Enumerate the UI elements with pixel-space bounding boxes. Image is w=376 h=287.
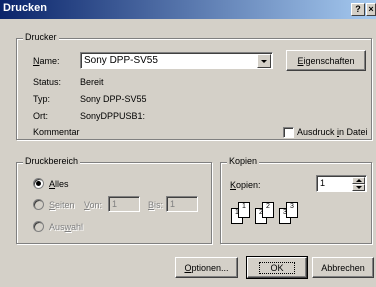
- print-to-file-label: Ausdruck in Datei: [297, 127, 368, 137]
- properties-button[interactable]: Eigenschaften: [286, 50, 366, 71]
- range-selection-radio[interactable]: [33, 221, 44, 232]
- ok-button[interactable]: OK: [246, 256, 308, 279]
- spin-down-icon[interactable]: [352, 184, 365, 191]
- range-from-label: Von:: [84, 200, 103, 210]
- close-button[interactable]: ×: [366, 3, 376, 16]
- range-all-label: Alles: [49, 179, 69, 189]
- spin-up-icon[interactable]: [352, 177, 365, 184]
- printer-name-value: Sony DPP-SV55: [84, 55, 158, 66]
- collate-page: 3: [286, 202, 298, 218]
- type-label: Typ:: [33, 94, 51, 104]
- range-from-input[interactable]: 1: [108, 196, 140, 212]
- comment-label: Kommentar: [33, 127, 80, 137]
- print-dialog: Drucken ? × Drucker Name: Sony DPP-SV55 …: [0, 0, 376, 287]
- copies-count-value: 1: [320, 178, 326, 188]
- copies-spinner[interactable]: [352, 177, 365, 191]
- title-bar: Drucken ? ×: [0, 0, 376, 19]
- print-to-file-checkbox[interactable]: [283, 127, 294, 138]
- location-label: Ort:: [33, 111, 48, 121]
- type-value: Sony DPP-SV55: [80, 94, 147, 104]
- chevron-down-icon[interactable]: [257, 54, 271, 68]
- collate-page: 2: [262, 202, 274, 218]
- print-range-label: Druckbereich: [23, 156, 81, 166]
- window-title: Drucken: [3, 2, 48, 14]
- name-label: Name:: [33, 56, 60, 66]
- cancel-button[interactable]: Abbrechen: [312, 257, 374, 278]
- range-to-input[interactable]: 1: [166, 196, 198, 212]
- collate-page: 1: [238, 202, 250, 218]
- printer-name-select[interactable]: Sony DPP-SV55: [80, 52, 273, 69]
- range-all-radio[interactable]: [33, 178, 44, 189]
- range-pages-label: Seiten: [49, 200, 75, 210]
- options-button[interactable]: Optionen...: [175, 257, 238, 278]
- status-value: Bereit: [80, 77, 104, 87]
- range-selection-label: Auswahl: [49, 222, 84, 232]
- copies-count-input[interactable]: 1: [316, 175, 367, 192]
- copies-count-label: Kopien:: [230, 180, 261, 190]
- copies-group-label: Kopien: [227, 156, 260, 166]
- ok-button-label: OK: [259, 262, 295, 274]
- printer-group-label: Drucker: [23, 32, 59, 42]
- help-button[interactable]: ?: [351, 3, 365, 16]
- range-to-label: Bis:: [148, 200, 164, 210]
- range-pages-radio[interactable]: [33, 199, 44, 210]
- location-value: SonyDPPUSB1:: [80, 111, 146, 121]
- status-label: Status:: [33, 77, 62, 87]
